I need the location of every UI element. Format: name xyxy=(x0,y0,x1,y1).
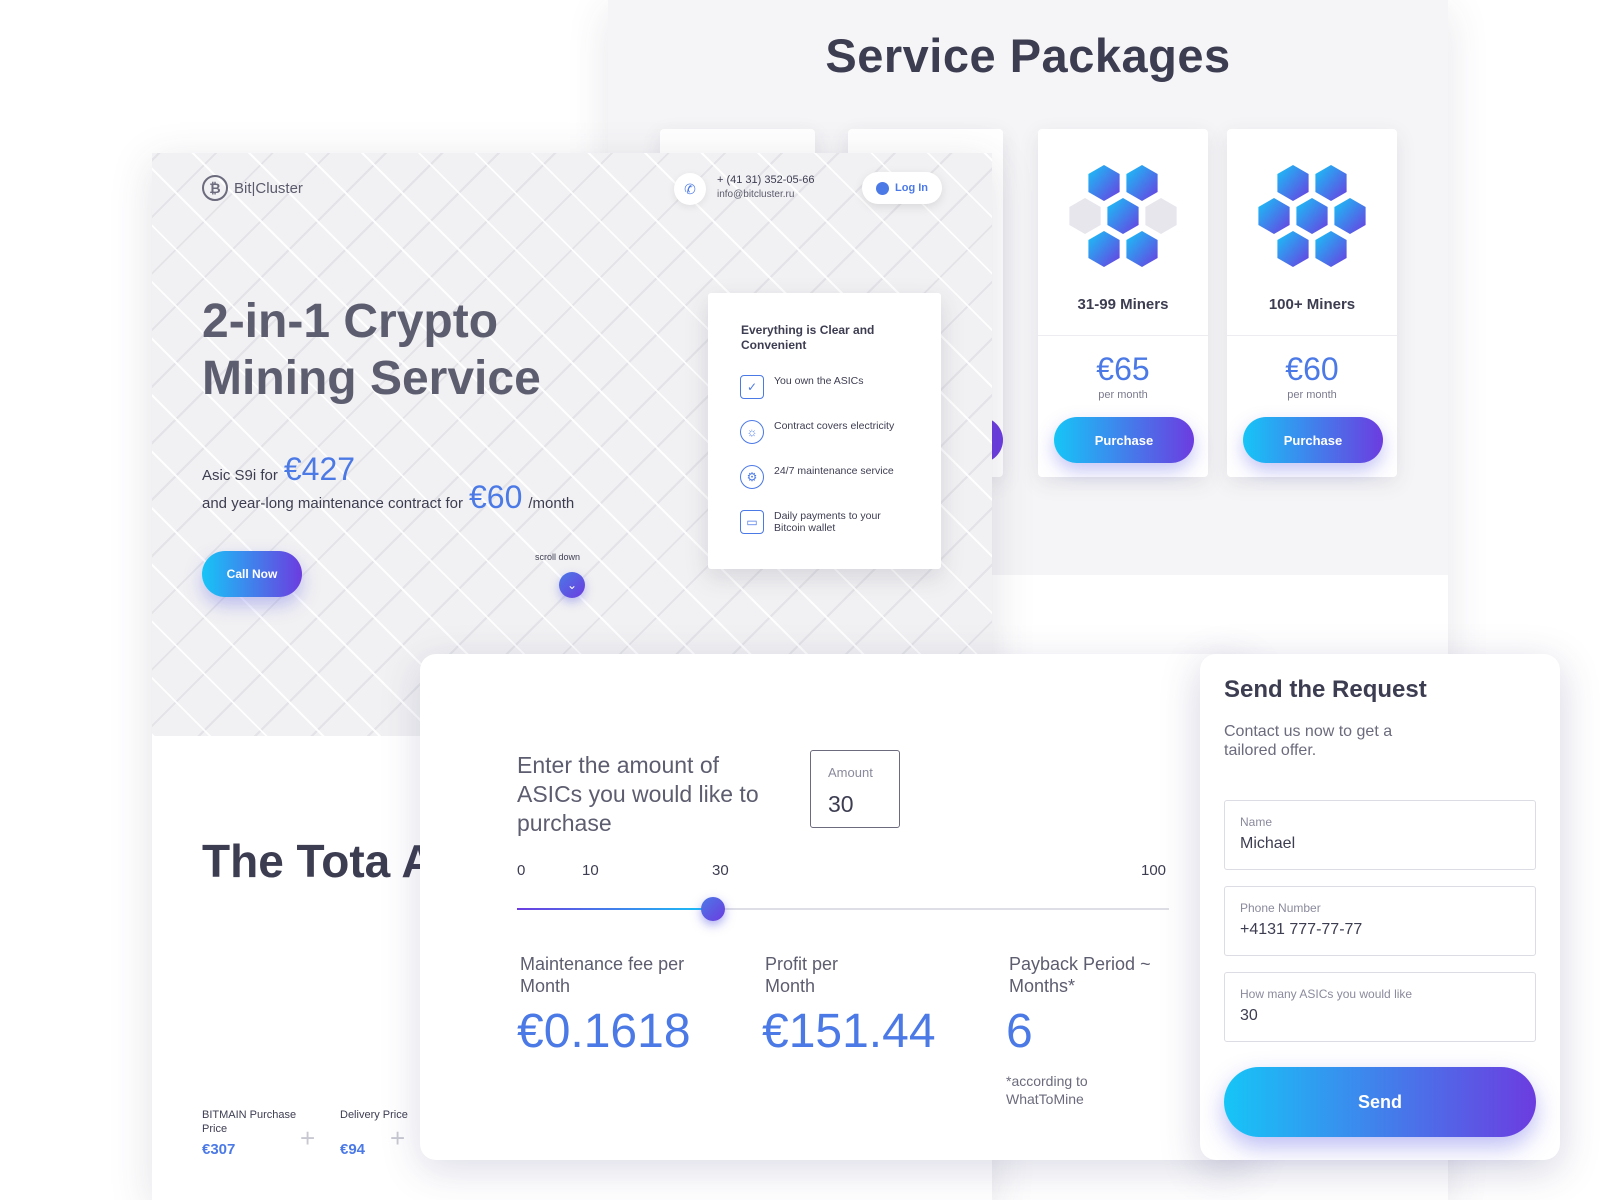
feature-text: Contract covers electricity xyxy=(774,420,895,432)
cost-value: €307 xyxy=(202,1141,236,1158)
login-label: Log In xyxy=(895,182,928,194)
name-field[interactable]: Name Michael xyxy=(1224,800,1536,870)
field-label: Name xyxy=(1240,815,1273,829)
user-icon xyxy=(876,181,889,195)
purchase-button[interactable]: Purchase xyxy=(1243,417,1383,463)
maintenance-fee-label: Maintenance fee per Month xyxy=(520,954,685,996)
contract-line: and year-long maintenance contract for €… xyxy=(202,479,574,516)
hexagon xyxy=(1334,198,1366,234)
form-subtitle: Contact us now to get a tailored offer. xyxy=(1224,723,1393,759)
contact-email[interactable]: info@bitcluster.ru xyxy=(717,189,794,200)
package-card-31-99: 31-99 Miners €65 per month Purchase xyxy=(1038,129,1208,477)
hexagon xyxy=(1277,165,1309,201)
cost-label: Delivery Price xyxy=(340,1109,408,1121)
hexagon xyxy=(1277,231,1309,267)
chevron-down-icon[interactable]: ⌄ xyxy=(559,572,585,598)
features-card: Everything is Clear and Convenient ✓ You… xyxy=(708,293,941,569)
amount-label: Amount xyxy=(828,765,873,780)
profit-label: Profit per Month xyxy=(765,954,839,996)
feature-item: ✓ You own the ASICs xyxy=(740,375,904,399)
package-price: €65 xyxy=(1096,351,1150,387)
hexagon xyxy=(1145,198,1177,234)
feature-item: ☼ Contract covers electricity xyxy=(740,420,904,444)
package-name: 100+ Miners xyxy=(1268,296,1356,313)
package-period: per month xyxy=(1098,389,1148,401)
footnote: *according to WhatToMine xyxy=(1006,1073,1088,1107)
payback-value: 6 xyxy=(1006,1005,1033,1058)
calculator-prompt: Enter the amount of ASICs you would like… xyxy=(517,752,759,836)
contract-prefix: and year-long maintenance contract for xyxy=(202,495,463,512)
payback-label: Payback Period ~ Months* xyxy=(1009,954,1151,996)
profit-value: €151.44 xyxy=(762,1005,936,1058)
wallet-icon: ▭ xyxy=(740,510,764,534)
slider-thumb[interactable] xyxy=(700,897,725,921)
package-card-100-plus: 100+ Miners €60 per month Purchase xyxy=(1227,129,1397,477)
cost-label: BITMAIN Purchase Price xyxy=(202,1109,297,1135)
feature-text: 24/7 maintenance service xyxy=(774,465,894,477)
contract-price: €60 xyxy=(468,479,523,515)
slider-tick: 0 xyxy=(517,862,526,879)
hexagon xyxy=(1258,198,1290,234)
form-title: Send the Request xyxy=(1224,676,1427,703)
slider-track[interactable] xyxy=(517,908,1169,910)
request-form: Send the Request Contact us now to get a… xyxy=(1200,654,1560,1160)
hexagon xyxy=(1315,231,1347,267)
hexagon xyxy=(1126,231,1158,267)
hexagon xyxy=(1069,198,1101,234)
field-value: Michael xyxy=(1240,835,1296,852)
call-now-button[interactable]: Call Now xyxy=(202,551,302,597)
slider-tick: 100 xyxy=(1141,862,1167,879)
hero-title: 2-in-1 Crypto Mining Service xyxy=(202,295,541,405)
amount-input[interactable]: Amount 30 xyxy=(810,750,900,828)
plus-icon: + xyxy=(300,1123,316,1153)
feature-text: Daily payments to your Bitcoin wallet xyxy=(774,510,881,534)
hexagon xyxy=(1107,198,1139,234)
hexagon xyxy=(1088,231,1120,267)
gear-icon: ⚙ xyxy=(740,465,764,489)
slider-tick: 30 xyxy=(712,862,729,879)
calculator-panel: Enter the amount of ASICs you would like… xyxy=(420,654,1250,1160)
package-name: 31-99 Miners xyxy=(1077,296,1169,313)
purchase-button[interactable]: Purchase xyxy=(1054,417,1194,463)
hexagon xyxy=(1315,165,1347,201)
amount-value: 30 xyxy=(828,791,854,817)
box-icon: ✓ xyxy=(740,375,764,399)
logo-text: Bit|Cluster xyxy=(234,179,303,197)
hexagon xyxy=(1088,165,1120,201)
scroll-down-label: scroll down xyxy=(535,552,581,562)
bitcoin-logo-icon: ₿ xyxy=(202,175,228,201)
lightbulb-icon: ☼ xyxy=(740,420,764,444)
hexagon xyxy=(1126,165,1158,201)
hexagon-cluster-icon xyxy=(1069,165,1177,267)
feature-item: ⚙ 24/7 maintenance service xyxy=(740,465,904,489)
hexagon xyxy=(1296,198,1328,234)
login-button[interactable]: Log In xyxy=(862,172,942,204)
phone-icon[interactable]: ✆ xyxy=(674,173,706,205)
maintenance-fee-value: €0.1618 xyxy=(517,1005,691,1058)
slider-tick: 10 xyxy=(582,862,599,879)
field-label: How many ASICs you would like xyxy=(1240,987,1413,1001)
plus-icon: + xyxy=(390,1123,406,1153)
field-value: +4131 777-77-77 xyxy=(1240,921,1363,938)
send-button[interactable]: Send xyxy=(1224,1067,1536,1137)
contract-suffix: /month xyxy=(528,495,575,512)
cost-value: €94 xyxy=(340,1141,366,1158)
package-period: per month xyxy=(1287,389,1337,401)
asic-count-field[interactable]: How many ASICs you would like 30 xyxy=(1224,972,1536,1042)
slider-fill xyxy=(517,908,713,910)
phone-field[interactable]: Phone Number +4131 777-77-77 xyxy=(1224,886,1536,956)
divider xyxy=(1038,335,1208,336)
features-title: Everything is Clear and Convenient xyxy=(741,323,875,352)
field-label: Phone Number xyxy=(1240,901,1321,915)
package-price: €60 xyxy=(1285,351,1339,387)
divider xyxy=(1227,335,1397,336)
feature-item: ▭ Daily payments to your Bitcoin wallet xyxy=(740,510,904,534)
logo[interactable]: ₿ Bit|Cluster xyxy=(202,175,303,201)
feature-text: You own the ASICs xyxy=(774,375,864,387)
hexagon-cluster-icon xyxy=(1258,165,1366,267)
packages-title: Service Packages xyxy=(825,29,1231,82)
contact-phone[interactable]: + (41 31) 352-05-66 xyxy=(717,174,815,186)
field-value: 30 xyxy=(1240,1007,1258,1024)
